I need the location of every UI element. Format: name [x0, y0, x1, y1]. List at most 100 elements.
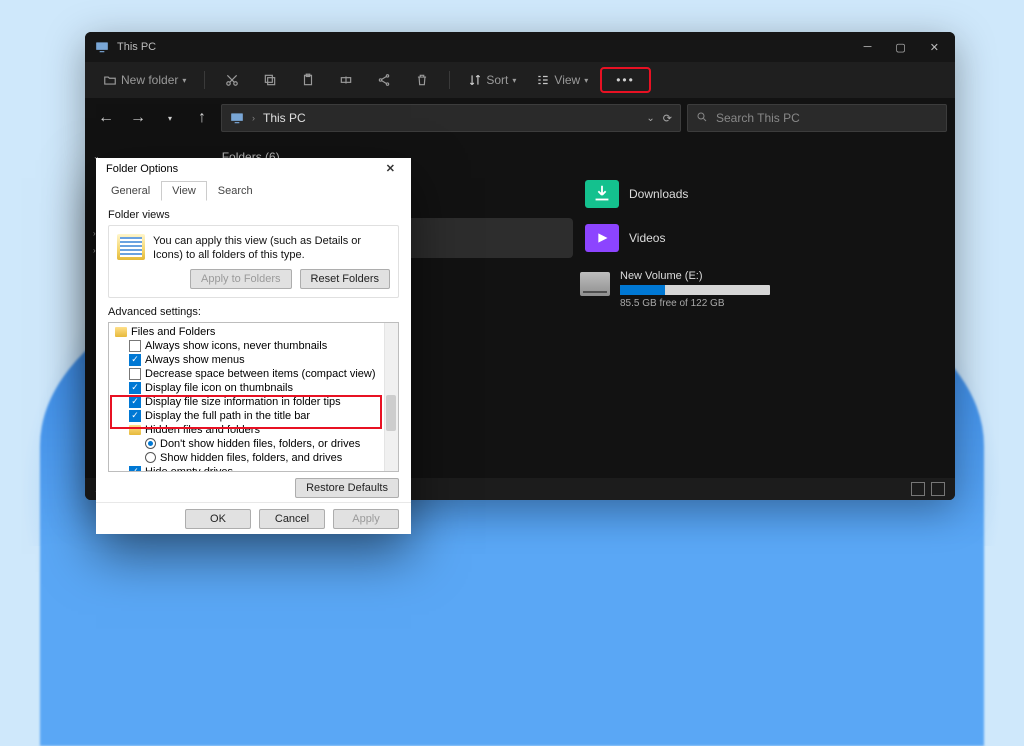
window-title: This PC [117, 41, 864, 53]
minimize-button[interactable]: ─ [864, 41, 872, 54]
ok-button[interactable]: OK [185, 509, 251, 529]
tree-item-label: Show hidden files, folders, and drives [160, 452, 342, 464]
chevron-right-icon: › [252, 113, 255, 123]
this-pc-breadcrumb-icon [230, 111, 244, 125]
recent-locations-button[interactable]: ▾ [157, 105, 183, 131]
apply-button[interactable]: Apply [333, 509, 399, 529]
dialog-titlebar: Folder Options ✕ [96, 158, 411, 179]
radio[interactable] [145, 438, 156, 449]
tree-item[interactable]: ✓ Display file icon on thumbnails [111, 381, 396, 395]
tab-search[interactable]: Search [207, 181, 264, 201]
delete-button[interactable] [405, 69, 439, 91]
large-icons-view-icon[interactable] [931, 482, 945, 496]
tree-item-label: Display file icon on thumbnails [145, 382, 293, 394]
checkbox[interactable] [129, 340, 141, 352]
tree-item[interactable]: ✓ Hide empty drives [111, 465, 396, 472]
folder-views-icon [117, 234, 145, 260]
tree-item-label: Always show icons, never thumbnails [145, 340, 327, 352]
new-folder-button[interactable]: New folder ▾ [95, 69, 194, 91]
radio[interactable] [145, 452, 156, 463]
downloads-icon [585, 180, 619, 208]
dialog-close-button[interactable]: ✕ [378, 158, 403, 179]
reset-folders-button[interactable]: Reset Folders [300, 269, 390, 289]
folder-icon [129, 425, 141, 435]
ellipsis-icon: ••• [616, 73, 635, 87]
breadcrumb-text: This PC [263, 111, 306, 125]
copy-button[interactable] [253, 69, 287, 91]
forward-button[interactable]: → [125, 105, 151, 131]
tree-item-label: Always show menus [145, 354, 245, 366]
tree-item[interactable]: Always show icons, never thumbnails [111, 339, 396, 353]
view-label: View [554, 73, 580, 87]
close-button[interactable]: ✕ [930, 41, 939, 54]
folder-name: Videos [629, 231, 665, 245]
search-placeholder: Search This PC [716, 111, 800, 125]
tree-item-label: Hide empty drives [145, 466, 233, 472]
sort-button[interactable]: Sort ▾ [460, 69, 524, 91]
titlebar: This PC ─ ▢ ✕ [85, 32, 955, 62]
tree-item[interactable]: ✓ Display the full path in the title bar [111, 409, 396, 423]
folder-name: Downloads [629, 187, 688, 201]
videos-icon [585, 224, 619, 252]
tab-general[interactable]: General [100, 181, 161, 201]
search-icon [696, 111, 708, 126]
scrollbar-thumb[interactable] [386, 395, 396, 431]
tree-item-label: Files and Folders [131, 326, 215, 338]
folder-tile-downloads[interactable]: Downloads [577, 174, 941, 214]
view-button[interactable]: View ▾ [528, 69, 596, 91]
checkbox[interactable]: ✓ [129, 354, 141, 366]
address-chevron-down-icon[interactable]: ⌄ [646, 113, 654, 124]
folder-icon [115, 327, 127, 337]
drive-name: New Volume (E:) [620, 270, 941, 282]
details-view-icon[interactable] [911, 482, 925, 496]
tree-item-label: Display file size information in folder … [145, 396, 341, 408]
search-input[interactable]: Search This PC [687, 104, 947, 132]
tab-view[interactable]: View [161, 181, 207, 201]
checkbox[interactable]: ✓ [129, 382, 141, 394]
drive-icon [580, 272, 610, 296]
address-bar[interactable]: › This PC ⌄ ⟳ [221, 104, 681, 132]
folder-views-desc: You can apply this view (such as Details… [153, 234, 390, 263]
drive-tile[interactable]: New Volume (E:) 85.5 GB free of 122 GB [580, 270, 941, 309]
refresh-button[interactable]: ⟳ [663, 112, 672, 125]
restore-defaults-button[interactable]: Restore Defaults [295, 478, 399, 498]
back-button[interactable]: ← [93, 105, 119, 131]
tree-item-label: Decrease space between items (compact vi… [145, 368, 375, 380]
paste-button[interactable] [291, 69, 325, 91]
checkbox[interactable]: ✓ [129, 396, 141, 408]
tree-item[interactable]: ✓ Always show menus [111, 353, 396, 367]
tree-item[interactable]: Decrease space between items (compact vi… [111, 367, 396, 381]
dialog-buttons: OK Cancel Apply [96, 502, 411, 539]
more-options-button[interactable]: ••• [600, 67, 651, 93]
checkbox[interactable] [129, 368, 141, 380]
sort-label: Sort [486, 73, 508, 87]
new-folder-label: New folder [121, 73, 178, 87]
cut-button[interactable] [215, 69, 249, 91]
tree-item[interactable]: ✓ Display file size information in folder… [111, 395, 396, 409]
tree-item-label: Display the full path in the title bar [145, 410, 310, 422]
drive-free-text: 85.5 GB free of 122 GB [620, 298, 941, 309]
tree-item-label: Don't show hidden files, folders, or dri… [160, 438, 360, 450]
tree-item[interactable]: Files and Folders [111, 325, 396, 339]
tree-item-label: Hidden files and folders [145, 424, 260, 436]
usage-bar [620, 285, 770, 295]
advanced-settings-tree[interactable]: Files and Folders Always show icons, neve… [108, 322, 399, 472]
tree-item[interactable]: Hidden files and folders [111, 423, 396, 437]
tree-item[interactable]: Show hidden files, folders, and drives [111, 451, 396, 465]
up-button[interactable]: ↑ [189, 105, 215, 131]
tree-item[interactable]: Don't show hidden files, folders, or dri… [111, 437, 396, 451]
navigation-row: ← → ▾ ↑ › This PC ⌄ ⟳ Search This PC [85, 98, 955, 138]
rename-button[interactable] [329, 69, 363, 91]
checkbox[interactable]: ✓ [129, 466, 141, 472]
folder-options-dialog: Folder Options ✕ GeneralViewSearch Folde… [96, 158, 411, 534]
checkbox[interactable]: ✓ [129, 410, 141, 422]
share-button[interactable] [367, 69, 401, 91]
apply-to-folders-button[interactable]: Apply to Folders [190, 269, 291, 289]
maximize-button[interactable]: ▢ [895, 41, 905, 54]
dialog-tabs: GeneralViewSearch [96, 181, 411, 201]
toolbar: New folder ▾ Sort ▾ View ▾ ••• [85, 62, 955, 98]
advanced-settings-heading: Advanced settings: [108, 306, 399, 318]
folder-views-heading: Folder views [108, 209, 399, 221]
cancel-button[interactable]: Cancel [259, 509, 325, 529]
folder-tile-videos[interactable]: Videos [577, 218, 941, 258]
